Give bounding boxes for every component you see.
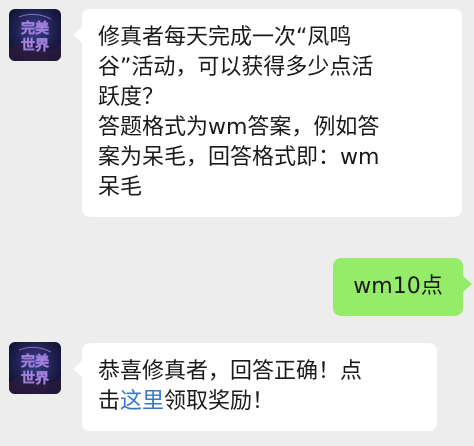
question-line: 案为呆毛，回答格式即：wm [98,145,380,170]
reply-line: 恭喜修真者，回答正确！点 [98,359,363,384]
logo-text-top: 完美 [21,353,50,370]
chat-window: 完美 世界 修真者每天完成一次“凤鸣 谷”活动，可以获得多少点活 跃度？ 答题格… [0,0,474,446]
answer-text: wm10点 [353,274,443,299]
reply-suffix: 领取奖励！ [164,389,275,414]
game-avatar[interactable]: 完美 世界 [9,9,61,61]
question-line: 谷”活动，可以获得多少点活 [98,55,374,80]
perfect-world-logo-icon: 完美 世界 [9,342,61,394]
logo-text-bottom: 世界 [21,37,50,54]
claim-reward-link[interactable]: 这里 [120,389,164,414]
logo-text-bottom: 世界 [21,370,50,387]
answer-bubble[interactable]: wm10点 [333,258,472,316]
question-line: 呆毛 [98,175,143,200]
reply-line: 击这里领取奖励！ [98,387,421,417]
game-avatar[interactable]: 完美 世界 [9,342,61,394]
reply-bubble[interactable]: 恭喜修真者，回答正确！点 击这里领取奖励！ [73,343,437,431]
question-line: 答题格式为wm答案，例如答 [98,115,380,140]
question-bubble[interactable]: 修真者每天完成一次“凤鸣 谷”活动，可以获得多少点活 跃度？ 答题格式为wm答案… [73,9,462,217]
reply-prefix: 击 [98,389,121,414]
logo-text-top: 完美 [21,20,50,37]
perfect-world-logo-icon: 完美 世界 [9,9,61,61]
question-line: 跃度？ [98,85,165,110]
question-line: 修真者每天完成一次“凤鸣 [98,25,352,50]
